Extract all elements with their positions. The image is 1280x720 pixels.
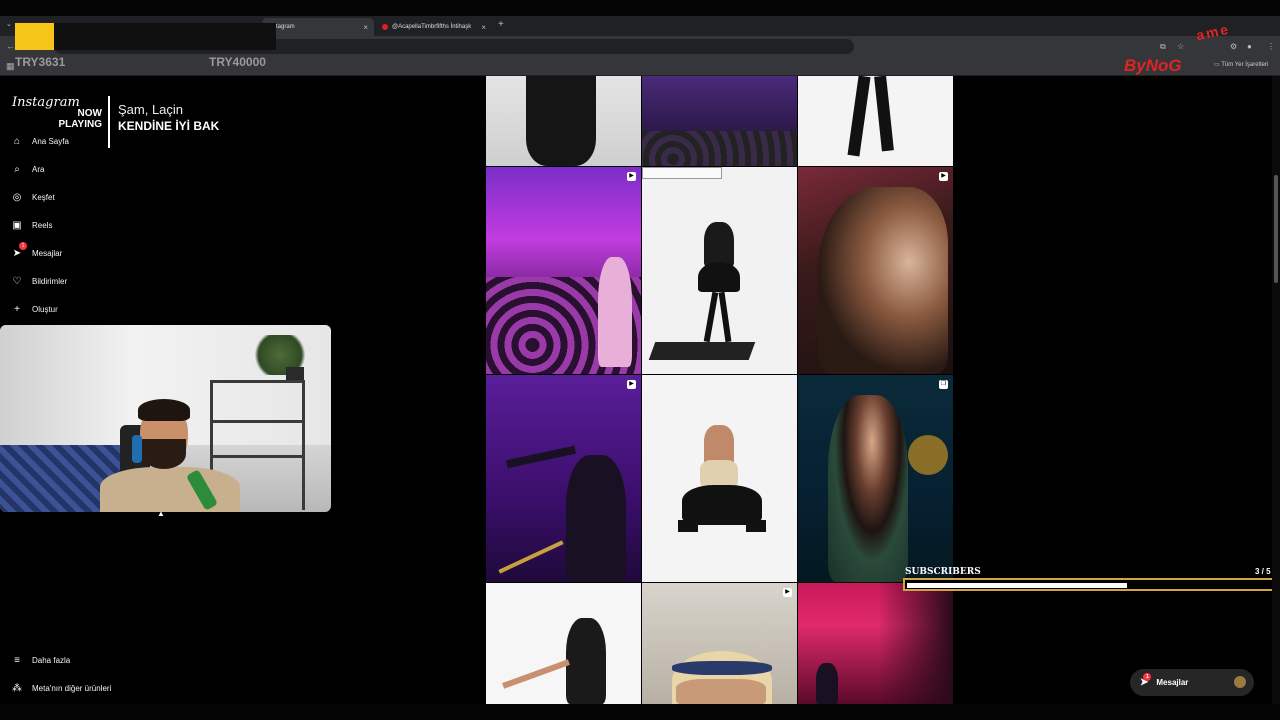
tab-instagram[interactable]: Instagram × bbox=[262, 18, 374, 36]
subscribers-progress-fill bbox=[907, 583, 1127, 588]
explore-icon: ◎ bbox=[12, 191, 22, 203]
nav-item-search[interactable]: ⌕ Ara bbox=[10, 159, 210, 179]
menu-icon: ≡ bbox=[14, 654, 20, 666]
bottom-bar bbox=[0, 704, 1280, 720]
meta-products-item[interactable]: ⁂ Meta'nın diğer ürünleri bbox=[10, 680, 111, 696]
post-thumbnail[interactable] bbox=[642, 375, 797, 582]
nav-item-reels[interactable]: ▣ Reels bbox=[10, 215, 210, 235]
nav-item-messages[interactable]: ➤ 1 Mesajlar bbox=[10, 242, 210, 263]
subscribers-count: 3 / 5 bbox=[1255, 567, 1271, 576]
post-thumbnail[interactable] bbox=[798, 583, 953, 704]
messenger-icon: ➤ 1 bbox=[1140, 673, 1152, 688]
post-thumbnail[interactable]: ▶ bbox=[798, 167, 953, 374]
close-icon[interactable]: × bbox=[363, 23, 368, 32]
nav-item-label: Ana Sayfa bbox=[32, 136, 69, 146]
tab-search-chevron-icon[interactable]: ⌄ bbox=[6, 20, 12, 28]
now-playing-artist: Şam, Laçin bbox=[118, 102, 184, 117]
reel-icon: ▶ bbox=[939, 172, 948, 181]
os-top-bar bbox=[0, 0, 1280, 16]
tab-acapella[interactable]: @AcapellaTimbrfifths İntihaşk × bbox=[376, 18, 492, 36]
post-thumbnail[interactable] bbox=[486, 76, 641, 166]
notification-badge: 1 bbox=[1143, 673, 1152, 681]
all-bookmarks-label: Tüm Yer İşaretleri bbox=[1221, 62, 1269, 68]
plus-icon: + bbox=[14, 303, 20, 315]
redaction-block bbox=[15, 23, 54, 50]
meta-icon: ⁂ bbox=[12, 682, 22, 694]
post-thumbnail[interactable] bbox=[642, 76, 797, 166]
reel-icon: ▶ bbox=[783, 588, 792, 597]
avatar bbox=[1234, 676, 1246, 688]
profile-post-grid: ▶ ▶ ▶ ❐ ▶ bbox=[486, 76, 954, 704]
nav-item-label: Reels bbox=[32, 220, 53, 230]
reel-icon: ▶ bbox=[627, 380, 636, 389]
bookmark-text[interactable]: TRY3631 bbox=[15, 55, 65, 69]
mouse-cursor-icon: ▲ bbox=[157, 509, 165, 518]
tab-acapella-label: @AcapellaTimbrfifths İntihaşk bbox=[392, 24, 472, 30]
scrollbar-track[interactable] bbox=[1272, 76, 1280, 704]
notification-badge: 1 bbox=[19, 242, 27, 250]
now-playing-label: NOW PLAYING bbox=[58, 108, 102, 130]
nav-item-label: Mesajlar bbox=[32, 248, 63, 258]
subscribers-label: SUBSCRIBERS bbox=[905, 567, 981, 577]
more-menu-label: Daha fazla bbox=[32, 655, 71, 665]
scrollbar-thumb[interactable] bbox=[1274, 175, 1278, 283]
nav-item-home[interactable]: ⌂ Ana Sayfa bbox=[10, 131, 210, 151]
multi-post-icon: ❐ bbox=[939, 380, 948, 389]
browser-menu-icon[interactable]: ⋮ bbox=[1267, 42, 1275, 51]
nav-item-label: Ara bbox=[32, 164, 45, 174]
youtube-favicon-icon bbox=[382, 24, 388, 30]
subscribers-progress-bar bbox=[903, 578, 1278, 591]
brand-logo-text: ByNoG bbox=[1124, 56, 1182, 75]
reels-icon: ▣ bbox=[12, 219, 22, 231]
nav-item-label: Oluştur bbox=[32, 304, 58, 314]
more-menu-item[interactable]: ≡ Daha fazla bbox=[10, 652, 70, 668]
messages-pill-label: Mesajlar bbox=[1156, 678, 1189, 687]
heart-icon: ♡ bbox=[12, 275, 22, 287]
all-bookmarks-link[interactable]: ▭ Tüm Yer İşaretleri bbox=[1214, 61, 1268, 68]
post-thumbnail[interactable]: ▶ bbox=[642, 583, 797, 704]
post-thumbnail[interactable] bbox=[642, 167, 797, 374]
post-thumbnail[interactable] bbox=[486, 583, 641, 704]
redaction-block bbox=[54, 23, 276, 50]
cast-icon[interactable]: ⧉ bbox=[1160, 42, 1166, 52]
nav-item-notifications[interactable]: ♡ Bildirimler bbox=[10, 271, 210, 291]
post-thumbnail[interactable] bbox=[798, 76, 953, 166]
bookmark-text[interactable]: TRY40000 bbox=[209, 55, 266, 69]
bookmarks-bar bbox=[0, 58, 1280, 76]
post-thumbnail[interactable]: ❐ bbox=[798, 375, 953, 582]
post-thumbnail[interactable]: ▶ bbox=[486, 375, 641, 582]
close-icon[interactable]: × bbox=[481, 23, 486, 32]
search-icon: ⌕ bbox=[14, 163, 20, 175]
webcam-overlay bbox=[0, 325, 331, 512]
reel-icon: ▶ bbox=[627, 172, 636, 181]
back-arrow-icon[interactable]: ← bbox=[6, 41, 15, 51]
nav-item-create[interactable]: + Oluştur bbox=[10, 299, 210, 319]
nav-item-label: Keşfet bbox=[32, 192, 55, 202]
meta-products-label: Meta'nın diğer ürünleri bbox=[32, 683, 112, 693]
apps-grid-icon[interactable]: ▦ bbox=[6, 61, 15, 72]
home-icon: ⌂ bbox=[13, 135, 21, 147]
profile-icon[interactable]: ● bbox=[1247, 42, 1252, 51]
nav-item-explore[interactable]: ◎ Keşfet bbox=[10, 187, 210, 207]
post-thumbnail[interactable]: ▶ bbox=[486, 167, 641, 374]
messenger-icon: ➤ 1 bbox=[10, 242, 27, 260]
new-tab-plus-icon[interactable]: + bbox=[498, 19, 504, 30]
nav-item-label: Bildirimler bbox=[32, 276, 68, 286]
extensions-icon[interactable]: ⚙ bbox=[1230, 42, 1237, 51]
bookmark-star-icon[interactable]: ☆ bbox=[1177, 42, 1184, 51]
